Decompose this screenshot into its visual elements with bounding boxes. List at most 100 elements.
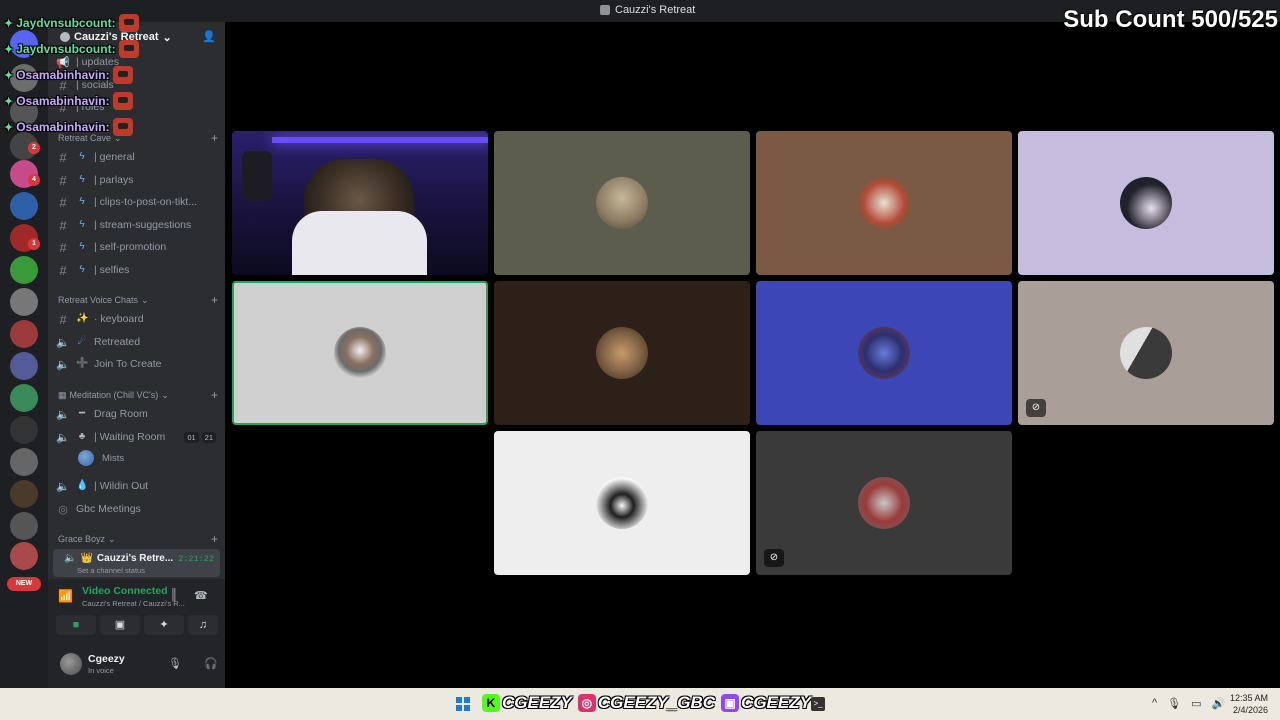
chat-message: ✦ Jaydvnsubcount: — [4, 14, 139, 32]
video-tile[interactable] — [756, 281, 1012, 425]
windows-start-icon[interactable] — [456, 697, 470, 711]
video-tile[interactable]: ⊘ — [1018, 281, 1274, 425]
microphone-icon[interactable]: 🎙 — [1167, 697, 1181, 710]
avatar[interactable] — [60, 653, 82, 675]
voice-status[interactable]: Video Connected — [82, 585, 168, 597]
category-grace-boyz[interactable]: Grace Boyz ⌄ + — [58, 532, 218, 546]
video-tile-live[interactable] — [232, 131, 488, 275]
star-icon: ✦ — [4, 95, 14, 108]
activities-button[interactable]: ✦ — [144, 615, 184, 635]
noise-suppression-icon[interactable]: ║ — [170, 589, 178, 601]
channel-keyboard[interactable]: # ✨ · keyboard — [56, 309, 216, 329]
video-tile[interactable]: ⊘ — [756, 431, 1012, 575]
sparkles-icon: ✨ — [76, 313, 89, 324]
microphone-icon[interactable]: 🎙 — [168, 657, 182, 670]
dash-icon: ━ — [78, 408, 86, 419]
instagram-icon: ◎ — [577, 694, 596, 712]
channel-waiting-room[interactable]: 🔈 ♣ | Waiting Room 01 21 — [56, 427, 225, 447]
channel-parlays[interactable]: # ϟ | parlays — [56, 170, 216, 190]
chevron-up-icon[interactable]: ^ — [1152, 697, 1157, 710]
server-icon[interactable] — [10, 384, 38, 412]
terminal-icon[interactable]: >_ — [811, 697, 825, 711]
star-icon: ✦ — [4, 121, 14, 134]
club-icon: ♣ — [78, 431, 86, 442]
grid-icon: ▦ — [58, 389, 67, 400]
voice-user-mists[interactable]: Mists — [78, 450, 124, 466]
comet-icon: ☄ — [77, 336, 87, 347]
soundboard-button[interactable]: ♫ — [188, 615, 218, 635]
bolt-icon: ϟ — [79, 264, 85, 275]
screen-share-button[interactable]: ▣ — [100, 615, 140, 635]
hash-icon: # — [59, 311, 67, 327]
invite-icon[interactable]: 👤 — [202, 31, 216, 43]
current-voice-channel[interactable]: 🔈 👑 Cauzzi's Retre... 2:21:22 Set a chan… — [53, 549, 220, 577]
camera-button[interactable]: ■ — [56, 615, 96, 635]
channel-status[interactable]: Set a channel status — [77, 566, 145, 575]
server-icon — [600, 5, 610, 15]
server-icon[interactable] — [10, 320, 38, 348]
add-channel-icon[interactable]: + — [211, 388, 218, 402]
notification-badge: 2 — [28, 142, 40, 154]
chevron-down-icon: ⌄ — [161, 389, 169, 400]
star-icon: ✦ — [4, 69, 14, 82]
video-tile[interactable] — [494, 431, 750, 575]
channel-clips[interactable]: # ϟ | clips-to-post-on-tikt... — [56, 192, 216, 212]
channel-gbc-meetings[interactable]: ◎ Gbc Meetings — [56, 499, 216, 519]
category-voice-chats[interactable]: Retreat Voice Chats ⌄ + — [58, 293, 218, 307]
chat-message: ✦ Osamabinhavin: — [4, 118, 133, 136]
speaker-icon: 🔈 — [56, 358, 70, 371]
camera-off-icon: ⊘ — [764, 549, 784, 567]
video-tile[interactable] — [756, 131, 1012, 275]
server-icon[interactable] — [10, 416, 38, 444]
social-handles-overlay: K CGEEZY ◎ CGEEZY_GBC ▣ CGEEZY — [482, 693, 815, 713]
disconnect-icon[interactable]: ☎ — [194, 589, 208, 602]
volume-icon[interactable]: 🔊 — [1212, 697, 1226, 710]
server-icon[interactable] — [10, 542, 38, 570]
signal-icon[interactable]: 📶 — [58, 589, 73, 603]
chevron-down-icon: ⌄ — [108, 533, 116, 544]
taskbar: K CGEEZY ◎ CGEEZY_GBC ▣ CGEEZY >_ ^ 🎙 ▭ … — [0, 688, 1280, 720]
category-meditation[interactable]: ▦ Meditation (Chill VC's) ⌄ + — [58, 388, 218, 402]
chat-message: ✦ Jaydvnsubcount: — [4, 40, 139, 58]
avatar — [1120, 177, 1172, 229]
chevron-down-icon: ⌄ — [141, 294, 149, 305]
window-title: Cauzzi's Retreat — [600, 4, 695, 16]
clock[interactable]: 12:35 AM 2/4/2026 — [1230, 692, 1268, 716]
channel-self-promotion[interactable]: # ϟ | self-promotion — [56, 237, 216, 257]
kick-icon: K — [482, 694, 500, 712]
monitor-icon[interactable]: ▭ — [1191, 697, 1201, 710]
channel-stream-suggestions[interactable]: # ϟ | stream-suggestions — [56, 215, 216, 235]
server-icon[interactable] — [10, 480, 38, 508]
chevron-down-icon: ⌄ — [162, 31, 172, 44]
speaker-icon: 🔈 — [56, 431, 70, 444]
video-tile[interactable] — [494, 131, 750, 275]
add-channel-icon[interactable]: + — [211, 532, 218, 546]
video-tile[interactable] — [1018, 131, 1274, 275]
video-tile-speaking[interactable] — [232, 281, 488, 425]
channel-general[interactable]: # ϟ | general — [56, 147, 216, 167]
server-icon[interactable] — [10, 352, 38, 380]
hash-icon: # — [59, 217, 67, 233]
channel-drag-room[interactable]: 🔈 ━ Drag Room — [56, 404, 216, 424]
speaker-icon: 🔈 — [56, 408, 70, 421]
bolt-icon: ϟ — [79, 241, 85, 252]
channel-wildin-out[interactable]: 🔈 💧 | Wildin Out — [56, 476, 216, 496]
user-panel: Cgeezy In voice 🎙 🎧 ⚙ — [48, 645, 225, 688]
username[interactable]: Cgeezy — [88, 653, 125, 665]
channel-selfies[interactable]: # ϟ | selfies — [56, 260, 216, 280]
add-channel-icon[interactable]: + — [211, 131, 218, 145]
server-icon[interactable] — [10, 288, 38, 316]
crown-icon: 👑 — [80, 553, 93, 564]
headphones-icon[interactable]: 🎧 — [204, 657, 218, 670]
add-channel-icon[interactable]: + — [211, 293, 218, 307]
video-tile[interactable] — [494, 281, 750, 425]
server-icon[interactable] — [10, 512, 38, 540]
channel-join-to-create[interactable]: 🔈 ➕ Join To Create — [56, 354, 216, 374]
hash-icon: # — [59, 262, 67, 278]
server-icon[interactable] — [10, 256, 38, 284]
server-icon[interactable] — [10, 448, 38, 476]
streamer-shirt — [292, 211, 427, 275]
channel-retreated[interactable]: 🔈 ☄ Retreated — [56, 332, 216, 352]
avatar — [334, 327, 386, 379]
server-icon[interactable] — [10, 192, 38, 220]
